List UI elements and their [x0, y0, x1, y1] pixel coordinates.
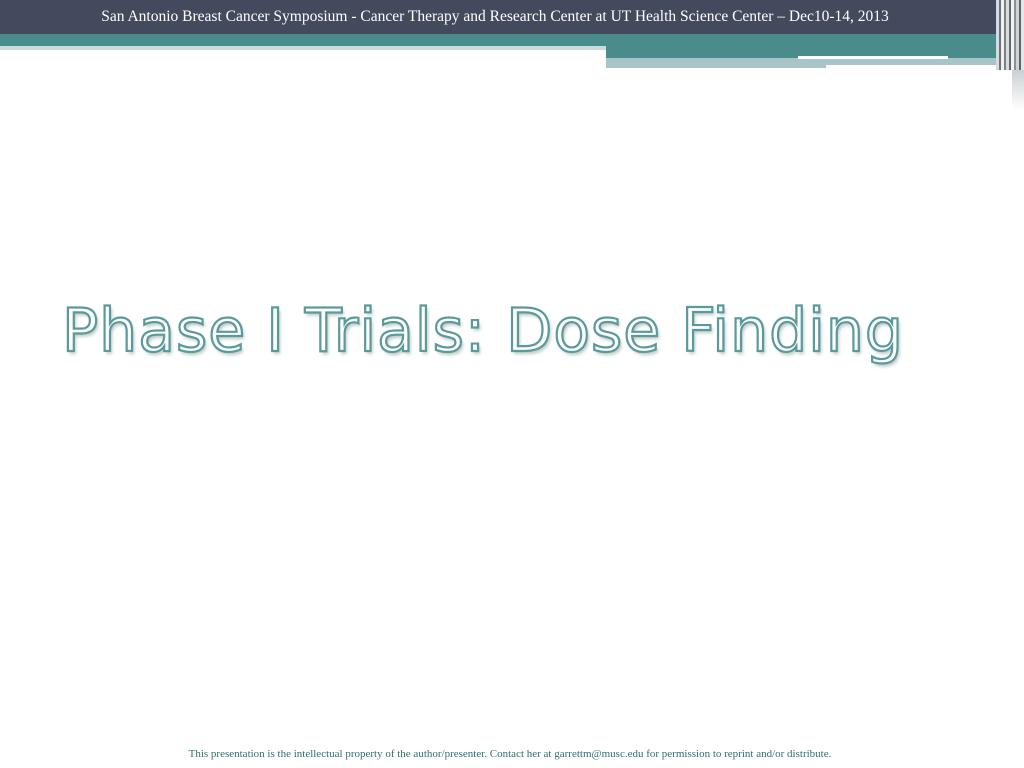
footer-text: This presentation is the intellectual pr…	[188, 748, 832, 760]
decorative-stripe-fade	[1012, 70, 1024, 110]
decorative-line	[826, 65, 996, 68]
slide: San Antonio Breast Cancer Symposium - Ca…	[0, 0, 1024, 768]
decorative-vertical-stripes	[996, 0, 1024, 70]
slide-title: Phase I Trials: Dose Finding	[61, 295, 904, 367]
header-band: San Antonio Breast Cancer Symposium - Ca…	[0, 0, 996, 34]
decorative-line	[798, 56, 948, 59]
header-text: San Antonio Breast Cancer Symposium - Ca…	[101, 8, 889, 25]
header-accent-strip	[0, 34, 996, 46]
header-light-strip	[0, 46, 606, 50]
